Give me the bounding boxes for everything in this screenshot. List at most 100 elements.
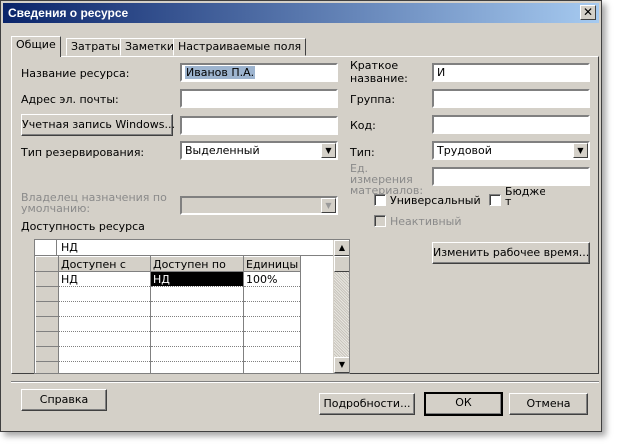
type-label: Тип: (350, 146, 375, 159)
tab-costs[interactable]: Затраты (66, 38, 126, 56)
cell-units[interactable]: 100% (243, 271, 302, 287)
cell-empty[interactable] (58, 316, 151, 332)
code-label: Код: (350, 119, 376, 132)
scroll-up-icon[interactable]: ▲ (334, 240, 349, 256)
assignment-owner-label: Владелец назначения по умолчанию: (21, 191, 167, 215)
availability-table: Доступен с Доступен по Единицы НД НД 100… (35, 256, 334, 374)
row-header[interactable] (35, 316, 59, 332)
table-row[interactable] (35, 316, 334, 332)
table-row[interactable] (35, 331, 334, 347)
row-header-corner (35, 256, 59, 272)
resource-name-field[interactable]: Иванов П.А. (180, 63, 338, 82)
table-row[interactable] (35, 361, 334, 374)
column-header-empty (300, 256, 334, 272)
booking-type-select[interactable]: Выделенный ▼ (180, 141, 338, 160)
close-icon[interactable]: ✕ (580, 5, 596, 20)
cell-empty[interactable] (150, 316, 244, 332)
cell-empty (301, 347, 334, 362)
cell-empty (301, 302, 334, 317)
vertical-scrollbar[interactable]: ▲ ▼ (333, 240, 349, 373)
table-row[interactable]: НД НД 100% (35, 271, 334, 287)
cell-empty[interactable] (243, 346, 302, 362)
windows-account-button[interactable]: Учетная запись Windows... (21, 114, 175, 136)
material-units-label: Ед. измерения материалов: (350, 162, 424, 197)
type-value: Трудовой (437, 144, 492, 157)
column-header-available-to[interactable]: Доступен по (150, 256, 244, 272)
cancel-button[interactable]: Отмена (509, 393, 588, 415)
chevron-down-icon: ▼ (321, 198, 336, 213)
group-label: Группа: (350, 93, 396, 106)
cell-empty[interactable] (58, 301, 151, 317)
windows-account-field[interactable] (180, 116, 338, 135)
email-field[interactable] (180, 89, 338, 108)
material-units-field[interactable] (432, 167, 590, 186)
cell-empty[interactable] (243, 301, 302, 317)
column-header-available-from[interactable]: Доступен с (58, 256, 151, 272)
budget-checkbox[interactable] (489, 194, 501, 206)
budget-label: Бюдже т (505, 187, 545, 207)
cell-empty[interactable] (150, 286, 244, 302)
grid-edit-bar[interactable]: НД (57, 240, 333, 256)
column-header-units[interactable]: Единицы (242, 256, 302, 272)
cell-empty (301, 317, 334, 332)
footer-separator (11, 381, 599, 383)
row-header[interactable] (35, 286, 59, 302)
row-header[interactable] (35, 301, 59, 317)
generic-checkbox[interactable] (374, 194, 386, 206)
row-header[interactable] (35, 331, 59, 347)
inactive-checkbox (374, 215, 386, 227)
details-button[interactable]: Подробности... (319, 393, 415, 415)
type-select[interactable]: Трудовой ▼ (432, 141, 590, 160)
scrollbar-thumb[interactable] (334, 256, 349, 272)
ok-button[interactable]: ОК (424, 392, 503, 416)
tab-general[interactable]: Общие (11, 36, 61, 57)
table-row[interactable] (35, 301, 334, 317)
cell-empty[interactable] (150, 331, 244, 347)
cell-empty[interactable] (243, 316, 302, 332)
tab-notes[interactable]: Заметки (120, 38, 180, 56)
row-header[interactable] (35, 361, 59, 373)
title-bar[interactable]: Сведения о ресурсе ✕ (3, 3, 599, 23)
short-name-field[interactable]: И (432, 63, 590, 82)
change-working-time-button[interactable]: Изменить рабочее время... (432, 242, 590, 264)
table-row[interactable] (35, 286, 334, 302)
help-button[interactable]: Справка (21, 389, 107, 411)
resource-name-value: Иванов П.А. (185, 66, 256, 79)
cell-empty[interactable] (58, 361, 151, 373)
cell-empty[interactable] (243, 361, 302, 373)
group-field[interactable] (432, 89, 590, 108)
row-header[interactable] (35, 346, 59, 362)
availability-grid[interactable]: НД Доступен с Доступен по Единицы НД НД (34, 239, 350, 374)
cell-empty (301, 332, 334, 347)
cell-empty (301, 362, 334, 374)
chevron-down-icon[interactable]: ▼ (321, 143, 336, 158)
short-name-label: Краткое название: (350, 59, 408, 85)
scroll-down-icon[interactable]: ▼ (334, 357, 349, 373)
resource-info-dialog: Сведения о ресурсе ✕ Общие Затраты Замет… (0, 0, 602, 432)
cell-available-to[interactable]: НД (150, 271, 244, 287)
chevron-down-icon[interactable]: ▼ (573, 143, 588, 158)
cell-empty[interactable] (150, 361, 244, 373)
cell-empty (301, 287, 334, 302)
resource-name-label: Название ресурса: (21, 67, 130, 80)
tab-custom-fields[interactable]: Настраиваемые поля (173, 38, 307, 56)
email-label: Адрес эл. почты: (21, 93, 119, 106)
cell-empty[interactable] (58, 331, 151, 347)
cell-empty[interactable] (243, 286, 302, 302)
table-row[interactable] (35, 346, 334, 362)
booking-type-value: Выделенный (185, 144, 260, 157)
cell-empty (301, 272, 334, 287)
cell-empty[interactable] (58, 346, 151, 362)
generic-label: Универсальный (390, 194, 481, 207)
code-field[interactable] (432, 115, 590, 134)
dialog-title: Сведения о ресурсе (8, 6, 129, 20)
cell-empty[interactable] (243, 331, 302, 347)
table-header-row: Доступен с Доступен по Единицы (35, 256, 334, 272)
row-header[interactable] (35, 271, 59, 287)
inactive-label: Неактивный (390, 215, 462, 228)
booking-type-label: Тип резервирования: (21, 146, 145, 159)
cell-available-from[interactable]: НД (58, 271, 151, 287)
cell-empty[interactable] (58, 286, 151, 302)
cell-empty[interactable] (150, 346, 244, 362)
cell-empty[interactable] (150, 301, 244, 317)
